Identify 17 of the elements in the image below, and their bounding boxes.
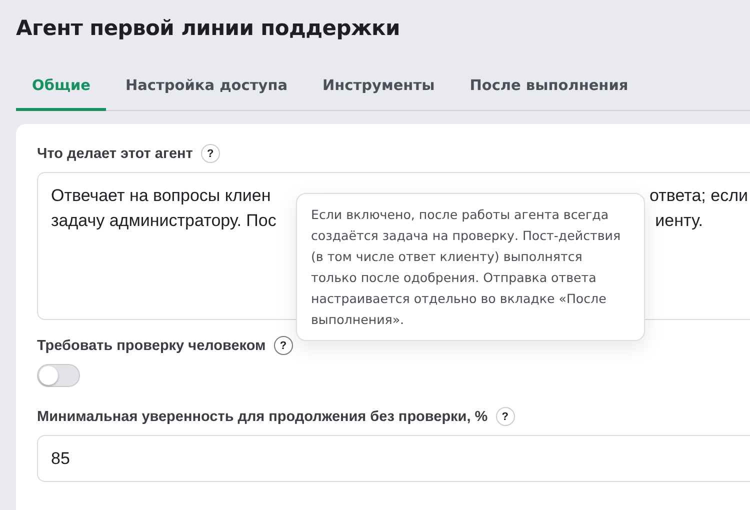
page-title: Агент первой линии поддержки (15, 15, 401, 42)
text-fragment: ответа; если (650, 185, 748, 207)
tab[interactable]: Инструменты (306, 68, 451, 111)
text-fragment: Отвечает на вопросы клиен (51, 185, 271, 207)
help-button[interactable]: ? (274, 336, 293, 355)
help-button[interactable]: ? (200, 144, 220, 163)
input-field[interactable]: 85 (37, 435, 750, 482)
tab[interactable]: Настройка доступа (109, 68, 304, 111)
text-fragment: иенту. (655, 210, 703, 232)
field-label: Требовать проверку человеком (37, 338, 266, 354)
text-fragment: задачу администратору. Пос (51, 210, 276, 232)
help-button[interactable]: ? (496, 407, 515, 426)
tooltip: Если включено, после работы агента всегда создаётся задача на проверку. Пост-действия (в том числе ответ клиенту) выполнятся только после одобрения. Отправка ответа настраивается отдельно во вкладке «После выполнения». (296, 193, 645, 341)
toggle-switch[interactable] (37, 364, 80, 387)
tab[interactable]: После выполнения (454, 68, 644, 111)
field-label: Минимальная уверенность для продолжения без проверки, % (37, 408, 488, 424)
field-label: Что делает этот агент (37, 146, 193, 162)
